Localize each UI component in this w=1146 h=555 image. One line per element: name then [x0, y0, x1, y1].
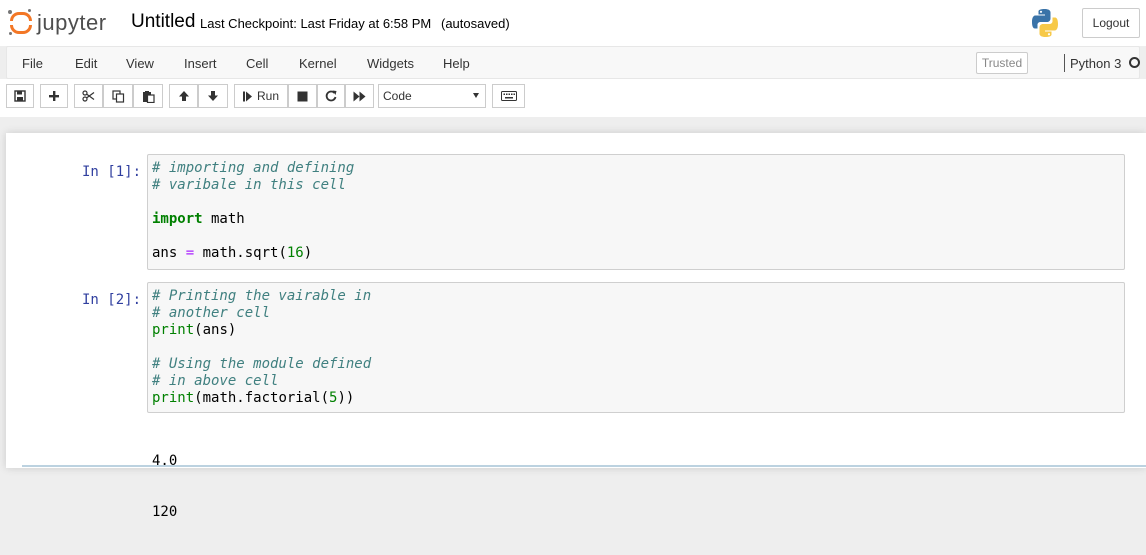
menu-insert[interactable]: Insert [184, 56, 217, 71]
run-icon [242, 91, 252, 101]
cut-button[interactable] [74, 84, 103, 108]
run-button[interactable]: Run [234, 84, 288, 108]
trusted-indicator[interactable]: Trusted [976, 52, 1028, 74]
code-cell[interactable]: In [1]: # importing and defining # varib… [6, 154, 1146, 270]
cut-icon [82, 90, 95, 102]
input-prompt: In [2]: [82, 292, 142, 308]
menu-cell[interactable]: Cell [246, 56, 268, 71]
command-palette-button[interactable] [492, 84, 525, 108]
code-line: # in above cell [152, 373, 279, 389]
kernel-idle-icon [1129, 57, 1140, 68]
code-editor[interactable]: # importing and defining # varibale in t… [147, 154, 1125, 270]
move-up-button[interactable] [169, 84, 198, 108]
python-logo-icon [1032, 9, 1058, 37]
move-down-button[interactable] [198, 84, 228, 108]
paste-icon [142, 90, 155, 103]
code-line: import math [152, 211, 245, 227]
copy-button[interactable] [103, 84, 133, 108]
code-line: print(math.factorial(5)) [152, 390, 355, 406]
restart-run-all-button[interactable] [345, 84, 374, 108]
arrow-up-icon [178, 91, 189, 101]
kernel-divider [1064, 54, 1065, 72]
restart-button[interactable] [317, 84, 345, 108]
code-line: # varibale in this cell [152, 177, 346, 193]
autosave-status: (autosaved) [441, 16, 510, 31]
output-line: 120 [152, 504, 178, 520]
input-prompt: In [1]: [82, 164, 142, 180]
code-line: print(ans) [152, 322, 237, 338]
code-cell[interactable]: In [2]: # Printing the vairable in # ano… [6, 282, 1146, 520]
code-editor[interactable]: # Printing the vairable in # another cel… [147, 282, 1125, 413]
cell-type-value: Code [383, 89, 412, 103]
notebook-bottom-border [22, 465, 1146, 467]
notebook-site: In [1]: # importing and defining # varib… [0, 117, 1146, 520]
menu-widgets[interactable]: Widgets [367, 56, 414, 71]
code-line: ans = math.sqrt(16) [152, 245, 313, 261]
save-button[interactable] [6, 84, 34, 108]
code-line: # Using the module defined [152, 356, 372, 372]
cell-output: 4.0 120 [152, 419, 219, 555]
restart-icon [325, 90, 337, 102]
keyboard-icon [500, 91, 517, 101]
plus-icon [49, 91, 59, 101]
jupyter-logo-icon [8, 9, 32, 35]
chevron-down-icon [473, 93, 479, 98]
jupyter-logo[interactable]: jupyter [8, 9, 120, 36]
save-icon [14, 90, 26, 102]
menubar: File Edit View Insert Cell Kernel Widget… [6, 46, 1140, 79]
menu-view[interactable]: View [126, 56, 154, 71]
fast-forward-icon [353, 91, 366, 101]
code-line: # another cell [152, 305, 271, 321]
header: jupyter Untitled Last Checkpoint: Last F… [0, 0, 1146, 46]
output-line: 4.0 [152, 453, 178, 469]
arrow-down-icon [208, 91, 218, 101]
logout-button[interactable]: Logout [1082, 8, 1140, 38]
kernel-name[interactable]: Python 3 [1070, 56, 1121, 71]
menu-help[interactable]: Help [443, 56, 470, 71]
paste-button[interactable] [133, 84, 163, 108]
insert-cell-button[interactable] [40, 84, 68, 108]
menu-edit[interactable]: Edit [75, 56, 97, 71]
run-label: Run [256, 89, 279, 103]
menu-kernel[interactable]: Kernel [299, 56, 337, 71]
toolbar: Run Code [0, 79, 1146, 117]
logo-text: jupyter [37, 10, 107, 35]
notebook-name[interactable]: Untitled [131, 11, 195, 33]
code-line: # importing and defining [152, 160, 355, 176]
stop-icon [297, 91, 308, 101]
menu-file[interactable]: File [22, 56, 43, 71]
cell-type-select[interactable]: Code [378, 84, 486, 108]
checkpoint-status: Last Checkpoint: Last Friday at 6:58 PM [200, 16, 432, 31]
notebook-container: In [1]: # importing and defining # varib… [6, 133, 1146, 520]
interrupt-button[interactable] [288, 84, 317, 108]
code-line: # Printing the vairable in [152, 288, 372, 304]
copy-icon [111, 89, 124, 103]
